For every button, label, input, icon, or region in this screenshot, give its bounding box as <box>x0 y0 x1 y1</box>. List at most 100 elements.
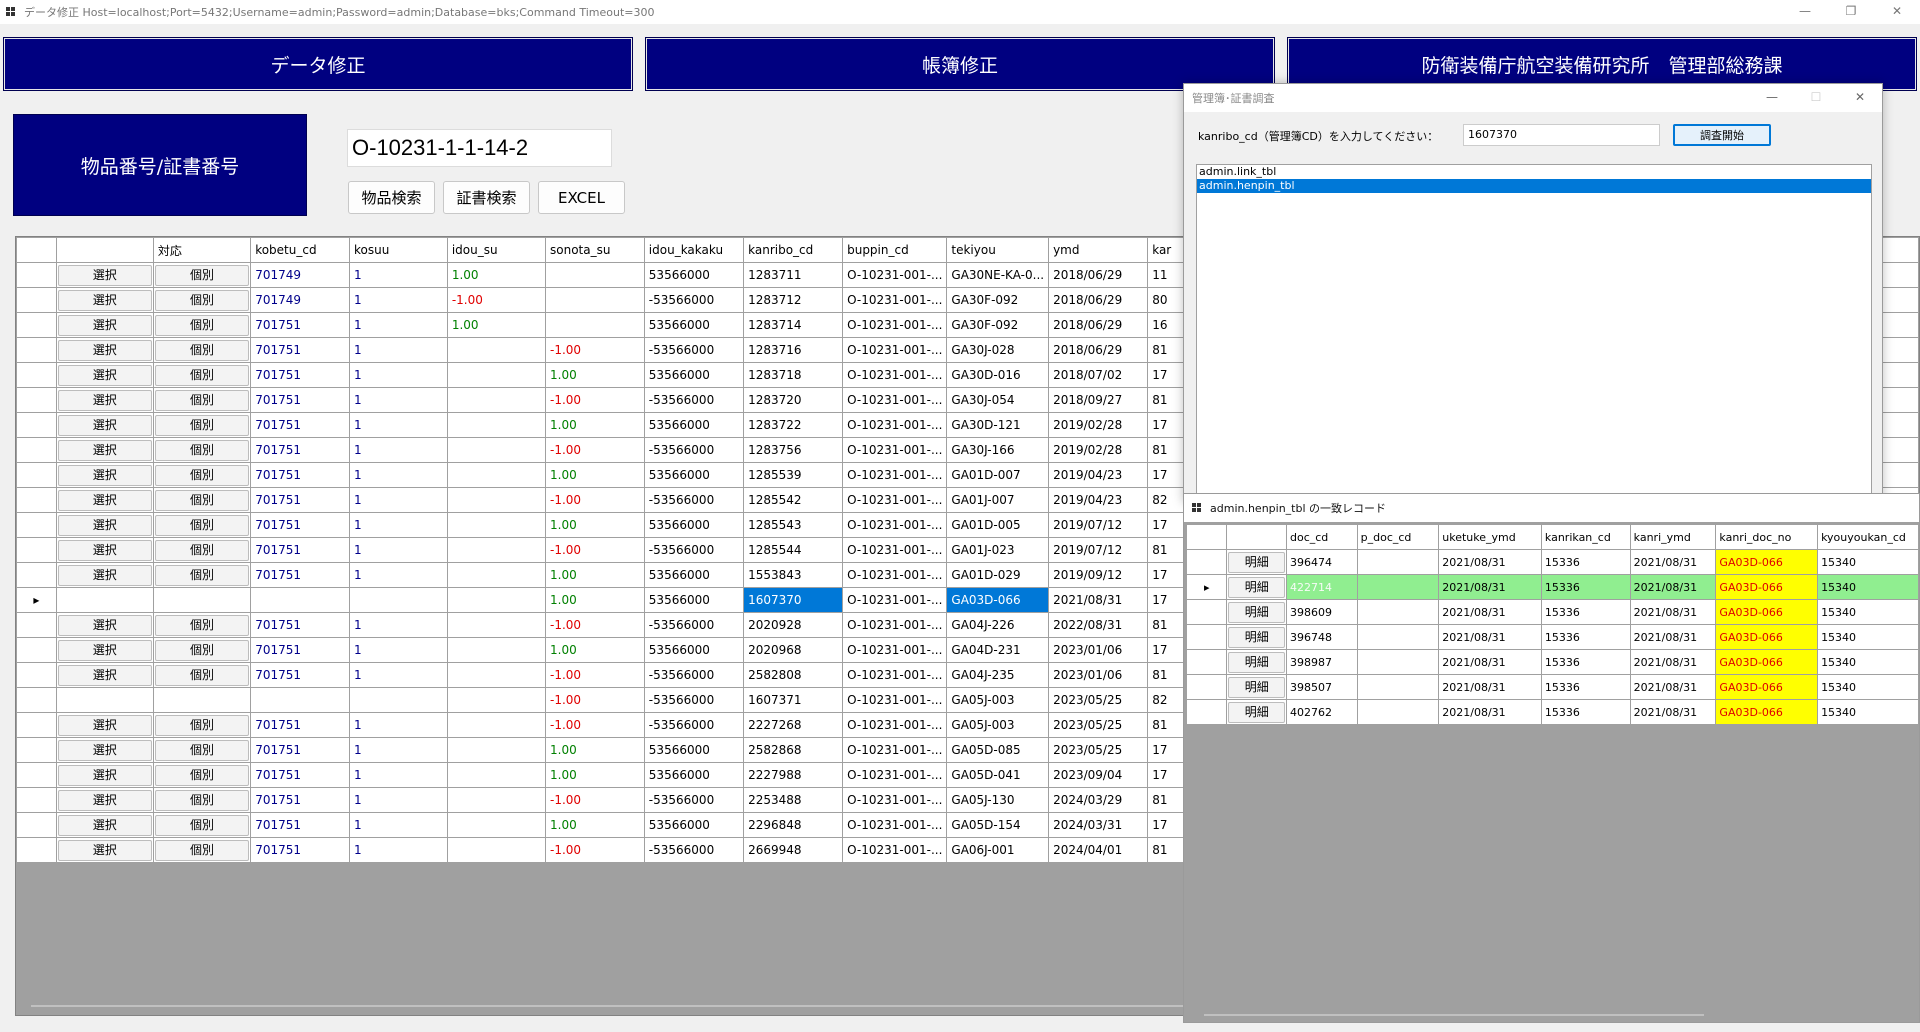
kanri-ymd-cell[interactable]: 2021/08/31 <box>1629 549 1717 575</box>
individual-button[interactable]: 個別 <box>154 639 250 661</box>
individual-cell[interactable]: 個別 <box>152 537 252 563</box>
sonota-su-cell[interactable]: 1.00 <box>545 362 645 388</box>
tekiyou-cell[interactable]: GA01J-023 <box>946 537 1050 563</box>
select-button[interactable]: 選択 <box>57 764 152 786</box>
column-header[interactable]: idou_kakaku <box>643 237 745 263</box>
kobetu-cd-cell[interactable]: 701751 <box>250 337 351 363</box>
column-header[interactable]: buppin_cd <box>842 237 948 263</box>
detail-button[interactable]: 明細 <box>1228 551 1285 573</box>
sonota-su-cell[interactable]: 1.00 <box>545 412 645 438</box>
individual-cell[interactable]: 個別 <box>152 312 252 338</box>
kosuu-cell[interactable]: 1 <box>349 462 448 488</box>
kosuu-cell[interactable]: 1 <box>349 312 448 338</box>
p-doc-cd-cell[interactable] <box>1356 624 1440 650</box>
doc-cd-cell[interactable]: 398987 <box>1285 649 1358 675</box>
kobetu-cd-cell[interactable]: 701751 <box>250 662 351 688</box>
ymd-cell[interactable]: 2018/06/29 <box>1048 312 1149 338</box>
individual-button[interactable]: 個別 <box>154 614 250 636</box>
row-header[interactable] <box>1185 624 1228 650</box>
idou-kakaku-cell[interactable]: 53566000 <box>643 587 745 613</box>
idou-kakaku-cell[interactable]: -53566000 <box>643 612 745 638</box>
column-header[interactable] <box>55 237 154 263</box>
select-button[interactable]: 選択 <box>57 614 152 636</box>
horizontal-scrollbar[interactable] <box>1204 1014 1704 1016</box>
select-cell[interactable]: 選択 <box>55 312 154 338</box>
select-button[interactable]: 選択 <box>57 339 152 361</box>
individual-button[interactable]: 個別 <box>154 764 250 786</box>
kanri-ymd-cell[interactable]: 2021/08/31 <box>1629 674 1717 700</box>
ymd-cell[interactable]: 2023/09/04 <box>1048 762 1149 788</box>
buppin-cd-cell[interactable]: O-10231-001-... <box>842 487 948 513</box>
kanri-doc-no-cell[interactable]: GA03D-066 <box>1715 649 1819 675</box>
individual-cell[interactable]: 個別 <box>152 462 252 488</box>
sonota-su-cell[interactable]: 1.00 <box>545 512 645 538</box>
individual-cell[interactable]: 個別 <box>152 562 252 588</box>
buppin-cd-cell[interactable]: O-10231-001-... <box>842 662 948 688</box>
table-listbox[interactable]: admin.link_tbl admin.henpin_tbl <box>1196 164 1872 504</box>
row-header[interactable] <box>16 287 57 313</box>
row-header[interactable]: ▸ <box>16 587 57 613</box>
close-icon[interactable]: ✕ <box>1838 84 1882 112</box>
ymd-cell[interactable]: 2019/09/12 <box>1048 562 1149 588</box>
column-header[interactable]: doc_cd <box>1285 524 1358 550</box>
row-header[interactable] <box>1185 674 1228 700</box>
row-header[interactable] <box>16 537 57 563</box>
select-cell[interactable]: 選択 <box>55 362 154 388</box>
select-button[interactable]: 選択 <box>57 514 152 536</box>
detail-button[interactable]: 明細 <box>1228 651 1285 673</box>
kosuu-cell[interactable] <box>349 687 448 713</box>
cert-search-button[interactable]: 証書検索 <box>443 181 530 214</box>
individual-cell[interactable]: 個別 <box>152 412 252 438</box>
list-item[interactable]: admin.henpin_tbl <box>1197 179 1871 193</box>
kanribo-cd-cell[interactable]: 1283718 <box>743 362 844 388</box>
kanribo-cd-cell[interactable]: 1285544 <box>743 537 844 563</box>
individual-button[interactable]: 個別 <box>154 464 250 486</box>
detail-cell[interactable]: 明細 <box>1226 549 1287 575</box>
kanrikan-cd-cell[interactable]: 15336 <box>1540 549 1631 575</box>
buppin-cd-cell[interactable]: O-10231-001-... <box>842 337 948 363</box>
uketuke-ymd-cell[interactable]: 2021/08/31 <box>1438 549 1542 575</box>
excel-button[interactable]: EXCEL <box>538 181 625 214</box>
p-doc-cd-cell[interactable] <box>1356 674 1440 700</box>
select-button[interactable]: 選択 <box>57 839 152 861</box>
kanribo-cd-cell[interactable]: 2227268 <box>743 712 844 738</box>
select-button[interactable]: 選択 <box>57 789 152 811</box>
kobetu-cd-cell[interactable]: 701751 <box>250 512 351 538</box>
kobetu-cd-cell[interactable]: 701749 <box>250 262 351 288</box>
select-cell[interactable]: 選択 <box>55 662 154 688</box>
tekiyou-cell[interactable]: GA05J-130 <box>946 787 1050 813</box>
select-button[interactable]: 選択 <box>57 564 152 586</box>
kobetu-cd-cell[interactable]: 701751 <box>250 362 351 388</box>
kosuu-cell[interactable]: 1 <box>349 762 448 788</box>
idou-su-cell[interactable] <box>446 412 547 438</box>
p-doc-cd-cell[interactable] <box>1356 649 1440 675</box>
kosuu-cell[interactable]: 1 <box>349 337 448 363</box>
table-row[interactable]: 明細 396474 2021/08/31 15336 2021/08/31 GA03D-0… <box>1185 549 1919 575</box>
idou-kakaku-cell[interactable]: -53566000 <box>643 837 745 863</box>
individual-button[interactable]: 個別 <box>154 514 250 536</box>
kobetu-cd-cell[interactable]: 701751 <box>250 762 351 788</box>
row-header[interactable] <box>16 662 57 688</box>
select-cell[interactable]: 選択 <box>55 637 154 663</box>
individual-button[interactable]: 個別 <box>154 389 250 411</box>
row-header[interactable] <box>16 837 57 863</box>
detail-button[interactable]: 明細 <box>1228 676 1285 698</box>
kanrikan-cd-cell[interactable]: 15336 <box>1540 699 1631 725</box>
column-header[interactable]: ymd <box>1048 237 1149 263</box>
kanribo-cd-cell[interactable]: 1285542 <box>743 487 844 513</box>
sonota-su-cell[interactable]: 1.00 <box>545 462 645 488</box>
buppin-cd-cell[interactable]: O-10231-001-... <box>842 287 948 313</box>
row-header[interactable] <box>16 437 57 463</box>
kanribo-cd-cell[interactable]: 1285543 <box>743 512 844 538</box>
buppin-cd-cell[interactable]: O-10231-001-... <box>842 737 948 763</box>
buppin-cd-cell[interactable]: O-10231-001-... <box>842 587 948 613</box>
individual-button[interactable]: 個別 <box>154 839 250 861</box>
buppin-cd-cell[interactable]: O-10231-001-... <box>842 687 948 713</box>
tekiyou-cell[interactable]: GA30NE-KA-0... <box>946 262 1050 288</box>
select-button[interactable]: 選択 <box>57 414 152 436</box>
tekiyou-cell[interactable]: GA30J-028 <box>946 337 1050 363</box>
row-header[interactable] <box>16 762 57 788</box>
kobetu-cd-cell[interactable]: 701751 <box>250 712 351 738</box>
ymd-cell[interactable]: 2018/06/29 <box>1048 287 1149 313</box>
row-header[interactable] <box>16 312 57 338</box>
